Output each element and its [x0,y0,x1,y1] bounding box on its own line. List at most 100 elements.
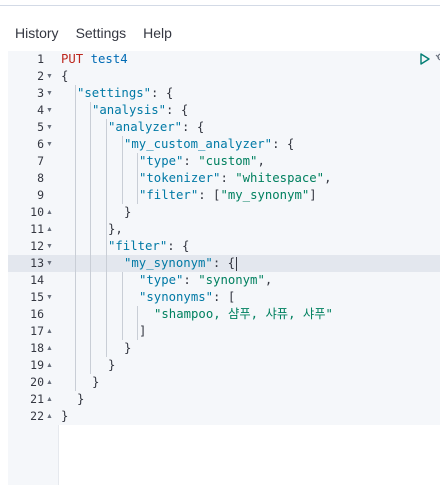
fold-toggle-icon[interactable]: ▼ [46,119,53,136]
fold-toggle-icon[interactable]: ▼ [46,255,53,272]
fold-toggle-icon[interactable]: ▼ [46,68,53,85]
code-line-22: } [61,408,68,425]
brace: }, [108,222,123,236]
code-line-11: }, [108,221,123,238]
punctuation: : { [272,137,295,151]
line-number: 11 [30,222,44,236]
code-line-14: "type": "synonym", [139,272,272,289]
fold-toggle-icon[interactable]: ▼ [46,102,53,119]
fold-toggle-icon[interactable]: ▼ [46,136,53,153]
fold-end-icon[interactable]: ▲ [46,221,53,238]
code-line-6: "my_custom_analyzer": { [124,136,294,153]
fold-toggle-icon[interactable]: ▼ [46,238,53,255]
json-string: "my_synonym" [220,188,310,202]
punctuation: : [220,171,236,185]
brace: } [108,358,116,372]
bracket: ] [139,324,147,338]
punctuation: : [ [198,188,221,202]
json-key: "analysis" [92,103,167,117]
punctuation: ] [309,188,317,202]
line-number: 1 [37,52,44,66]
line-number: 22 [30,409,44,423]
line-number: 6 [37,137,44,151]
line-number: 9 [37,188,44,202]
line-number: 2 [37,69,44,83]
code-line-8: "tokenizer": "whitespace", [139,170,332,187]
line-number: 10 [30,205,44,219]
punctuation: : { [167,239,190,253]
request-editor[interactable]: 1 2 3 4 5 6 7 8 9 10 11 12 13 14 15 16 1… [8,51,440,485]
code-line-18: } [124,340,131,357]
json-key: "type" [139,154,184,168]
fold-end-icon[interactable]: ▲ [46,391,53,408]
json-key: "settings" [77,86,152,100]
fold-toggle-icon[interactable]: ▼ [46,85,53,102]
code-line-16: "shampoo, 샴푸, 샤퓨, 샤푸" [154,306,333,323]
fold-end-icon[interactable]: ▲ [46,204,53,221]
json-key: "filter" [139,188,199,202]
line-number: 15 [30,290,44,304]
line-number: 21 [30,392,44,406]
top-strip-border [0,5,440,6]
brace: } [77,392,85,406]
play-icon[interactable] [419,53,431,65]
indent-guide [137,323,138,340]
code-line-15: "synonyms": [ [139,289,235,306]
line-number: 14 [30,273,44,287]
menu-help[interactable]: Help [143,25,172,41]
code-line-9: "filter": ["my_synonym"] [139,187,317,204]
json-key: "type" [139,273,184,287]
fold-end-icon[interactable]: ▲ [46,323,53,340]
brace: { [61,69,69,83]
fold-toggle-icon[interactable]: ▼ [46,289,53,306]
fold-end-icon[interactable]: ▲ [46,340,53,357]
json-string: "whitespace" [235,171,325,185]
code-line-13: "my_synonym": { [124,255,238,272]
code-line-3: "settings": { [77,85,173,102]
code-line-1: PUT test4 [61,51,128,68]
punctuation: : [183,154,199,168]
code-line-19: } [108,357,115,374]
fold-end-icon[interactable]: ▲ [46,357,53,374]
punctuation: : { [166,103,189,117]
fold-end-icon[interactable]: ▲ [46,408,53,425]
indent-guide [122,272,123,340]
line-number: 12 [30,239,44,253]
json-string: "synonym" [198,273,265,287]
code-line-4: "analysis": { [92,102,188,119]
request-method: PUT [61,52,84,66]
menu-history[interactable]: History [15,25,59,41]
line-number: 20 [30,375,44,389]
brace: } [92,375,100,389]
fold-end-icon[interactable]: ▲ [46,374,53,391]
brace: } [124,205,132,219]
line-number: 18 [30,341,44,355]
code-line-21: } [77,391,84,408]
console-menu-bar: History Settings Help [0,20,174,46]
menu-settings[interactable]: Settings [76,25,127,41]
line-number: 8 [37,171,44,185]
json-key: "my_custom_analyzer" [124,137,273,151]
indent-guide [75,85,76,391]
line-number: 7 [37,154,44,168]
code-line-7: "type": "custom", [139,153,265,170]
indent-guide [106,119,107,357]
line-number: 19 [30,358,44,372]
wrench-icon[interactable] [433,53,440,65]
brace: } [61,409,69,423]
text-cursor [236,256,238,271]
punctuation: : { [151,86,174,100]
line-number: 3 [37,86,44,100]
json-key: "tokenizer" [139,171,221,185]
line-number: 17 [30,324,44,338]
indent-guide [137,153,138,204]
indent-guide [90,102,91,374]
code-line-17: ] [139,323,146,340]
json-key: "my_synonym" [124,256,213,270]
json-key: "synonyms" [139,290,214,304]
brace: } [124,341,132,355]
punctuation: : { [182,120,205,134]
indent-guide [137,306,138,323]
code-line-20: } [92,374,99,391]
json-key: "analyzer" [108,120,183,134]
